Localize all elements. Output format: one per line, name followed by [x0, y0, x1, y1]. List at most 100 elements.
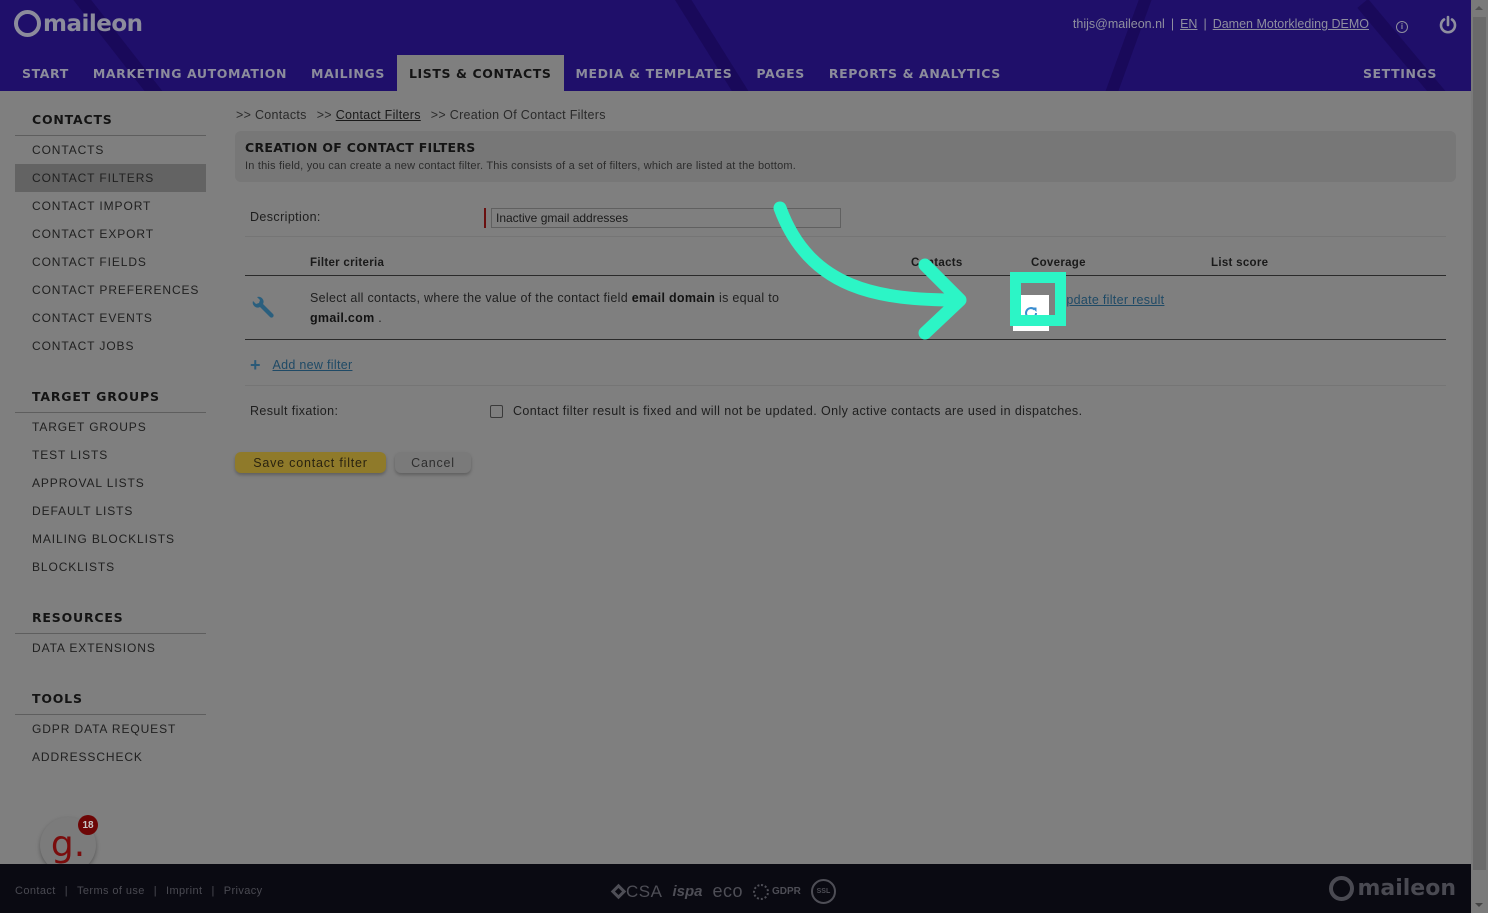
separator: | — [211, 885, 215, 897]
sidebar-item-contact-events[interactable]: CONTACT EVENTS — [15, 304, 206, 332]
criteria-text-part: Select all contacts, where the value of … — [310, 291, 632, 305]
filter-table-header: Filter criteria Contacts Coverage List s… — [245, 255, 1446, 276]
wrench-icon[interactable] — [249, 296, 275, 322]
description-input[interactable] — [491, 208, 841, 228]
footer-links: Contact | Terms of use | Imprint | Priva… — [15, 885, 263, 897]
sidebar-heading: RESOURCES — [15, 603, 206, 634]
breadcrumb-prefix: >> — [316, 108, 332, 122]
gdpr-logo: GDPR — [753, 883, 801, 900]
sidebar-item-contact-export[interactable]: CONTACT EXPORT — [15, 220, 206, 248]
plus-icon[interactable]: + — [250, 356, 261, 374]
separator: | — [1203, 17, 1207, 31]
nav-tab-lists-contacts[interactable]: LISTS & CONTACTS — [396, 55, 564, 91]
column-coverage: Coverage — [1031, 257, 1086, 269]
nav-tab-pages[interactable]: PAGES — [744, 55, 817, 91]
separator: | — [153, 885, 158, 897]
header-decoration — [1076, 0, 1156, 91]
criteria-text-part: is equal to — [715, 291, 780, 305]
language-link[interactable]: EN — [1180, 17, 1197, 31]
footer: Contact | Terms of use | Imprint | Priva… — [0, 864, 1471, 913]
sidebar: CONTACTS CONTACTS CONTACT FILTERS CONTAC… — [15, 105, 206, 793]
separator: | — [64, 885, 68, 897]
sidebar-item-mailing-blocklists[interactable]: MAILING BLOCKLISTS — [15, 525, 206, 553]
sidebar-item-approval-lists[interactable]: APPROVAL LISTS — [15, 469, 206, 497]
breadcrumb-current: >> Creation Of Contact Filters — [430, 108, 606, 122]
required-indicator — [484, 208, 486, 228]
sidebar-item-default-lists[interactable]: DEFAULT LISTS — [15, 497, 206, 525]
description-row: Description: — [245, 200, 1446, 237]
sidebar-item-data-extensions[interactable]: DATA EXTENSIONS — [15, 634, 206, 662]
gdpr-text: GDPR — [772, 886, 801, 897]
brand-name: maileon — [43, 10, 143, 37]
add-new-filter-link[interactable]: Add new filter — [273, 358, 353, 372]
nav-tab-marketing-automation[interactable]: MARKETING AUTOMATION — [81, 55, 299, 91]
user-email: thijs@maileon.nl — [1072, 17, 1165, 31]
separator: | — [1170, 17, 1175, 31]
sidebar-section-target-groups: TARGET GROUPS TARGET GROUPS TEST LISTS A… — [15, 382, 206, 581]
eco-logo: eco — [712, 881, 744, 901]
info-icon[interactable]: i — [1396, 21, 1408, 33]
main-navigation: START MARKETING AUTOMATION MAILINGS LIST… — [0, 55, 1013, 91]
nav-tab-start[interactable]: START — [0, 55, 81, 91]
sidebar-item-target-groups[interactable]: TARGET GROUPS — [15, 413, 206, 441]
footer-maileon-logo: maileon — [1329, 876, 1456, 901]
nav-tab-media-templates[interactable]: MEDIA & TEMPLATES — [564, 55, 745, 91]
sidebar-item-contact-filters[interactable]: CONTACT FILTERS — [15, 164, 206, 192]
sidebar-heading: CONTACTS — [15, 105, 206, 136]
csa-text: CSA — [626, 881, 663, 901]
divider — [245, 385, 1446, 386]
filter-table: Filter criteria Contacts Coverage List s… — [245, 255, 1446, 340]
scroll-up-arrow-icon[interactable] — [1475, 6, 1483, 10]
cancel-button[interactable]: Cancel — [395, 452, 471, 473]
sidebar-item-blocklists[interactable]: BLOCKLISTS — [15, 553, 206, 581]
maileon-logo[interactable]: maileon — [14, 10, 143, 37]
ispa-logo: ispa — [672, 883, 703, 900]
result-fixation-checkbox[interactable] — [490, 405, 503, 418]
footer-link-terms[interactable]: Terms of use — [77, 885, 145, 897]
sidebar-item-test-lists[interactable]: TEST LISTS — [15, 441, 206, 469]
sidebar-section-resources: RESOURCES DATA EXTENSIONS — [15, 603, 206, 662]
sidebar-item-contact-import[interactable]: CONTACT IMPORT — [15, 192, 206, 220]
footer-link-imprint[interactable]: Imprint — [166, 885, 202, 897]
nav-tab-settings[interactable]: SETTINGS — [1363, 55, 1437, 91]
result-fixation-text: Contact filter result is fixed and will … — [513, 404, 1083, 418]
breadcrumb-contacts: >> Contacts — [236, 108, 307, 122]
breadcrumb-contact-filters[interactable]: Contact Filters — [336, 108, 421, 122]
notification-badge: 18 — [78, 815, 98, 835]
scroll-down-arrow-icon[interactable] — [1475, 903, 1483, 907]
result-fixation-label: Result fixation: — [250, 404, 339, 418]
result-fixation-row: Result fixation: Contact filter result i… — [245, 402, 1446, 422]
sidebar-item-contact-preferences[interactable]: CONTACT PREFERENCES — [15, 276, 206, 304]
filter-row: Select all contacts, where the value of … — [245, 276, 1446, 340]
add-filter-row: + Add new filter — [250, 356, 352, 374]
footer-brand-name: maileon — [1357, 876, 1456, 901]
nav-tab-reports-analytics[interactable]: REPORTS & ANALYTICS — [817, 55, 1013, 91]
footer-link-privacy[interactable]: Privacy — [224, 885, 263, 897]
save-contact-filter-button[interactable]: Save contact filter — [235, 452, 386, 473]
sidebar-section-contacts: CONTACTS CONTACTS CONTACT FILTERS CONTAC… — [15, 105, 206, 360]
ssl-logo: SSL — [810, 879, 836, 904]
update-filter-result-link[interactable]: Update filter result — [1057, 293, 1164, 307]
account-link[interactable]: Damen Motorkleding DEMO — [1213, 17, 1369, 31]
breadcrumb-contact-filters-wrap: >> Contact Filters — [317, 108, 421, 122]
sidebar-item-contact-jobs[interactable]: CONTACT JOBS — [15, 332, 206, 360]
sidebar-heading: TARGET GROUPS — [15, 382, 206, 413]
maileon-logo-icon — [1329, 876, 1355, 901]
sidebar-item-contacts[interactable]: CONTACTS — [15, 136, 206, 164]
csa-logo: CSA — [610, 881, 663, 902]
criteria-text-part: . — [374, 311, 383, 325]
user-bar: thijs@maileon.nl | EN | Damen Motorkledi… — [1073, 17, 1369, 31]
footer-link-contact[interactable]: Contact — [15, 885, 56, 897]
scrollbar-thumb[interactable] — [1473, 17, 1486, 870]
power-icon[interactable] — [1438, 15, 1458, 35]
csa-diamond-icon — [610, 883, 627, 900]
breadcrumb: >> Contacts >> Contact Filters >> Creati… — [236, 108, 606, 122]
sidebar-item-contact-fields[interactable]: CONTACT FIELDS — [15, 248, 206, 276]
vertical-scrollbar[interactable] — [1471, 0, 1488, 913]
page-info-box: CREATION OF CONTACT FILTERS In this fiel… — [235, 131, 1456, 182]
sidebar-heading: TOOLS — [15, 684, 206, 715]
nav-tab-mailings[interactable]: MAILINGS — [299, 55, 397, 91]
sidebar-item-addresscheck[interactable]: ADDRESSCHECK — [15, 743, 206, 771]
criteria-value: gmail.com — [310, 311, 375, 325]
sidebar-item-gdpr-data-request[interactable]: GDPR DATA REQUEST — [15, 715, 206, 743]
